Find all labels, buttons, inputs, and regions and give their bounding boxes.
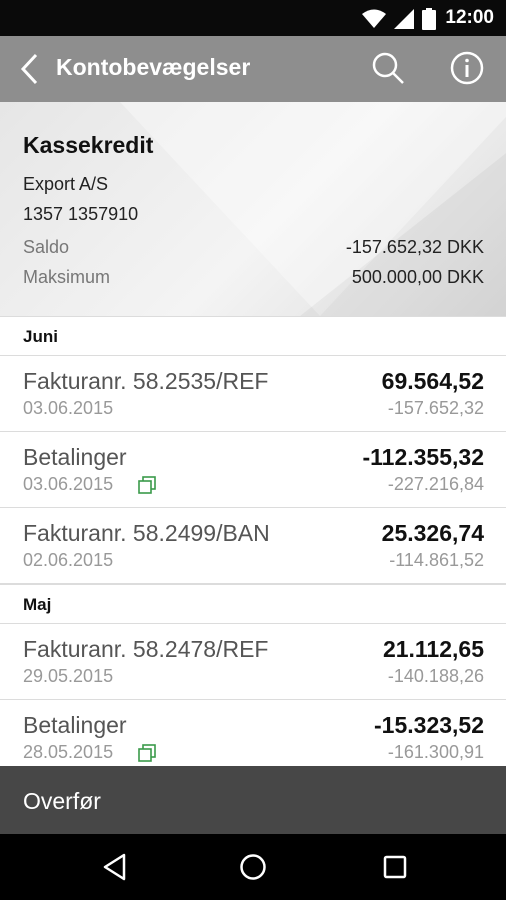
saldo-label: Saldo (23, 237, 70, 257)
transaction-amount: -112.355,32 (362, 444, 484, 470)
system-nav-bar (0, 834, 506, 900)
home-circle-icon[interactable] (238, 852, 268, 882)
transaction-description: Fakturanr. 58.2535/REF (23, 368, 269, 394)
transaction-date: 02.06.2015 (23, 550, 114, 570)
section-title: Juni (23, 327, 58, 346)
transaction-date: 03.06.2015 (23, 398, 114, 418)
section-title: Maj (23, 595, 52, 614)
transaction-amount: -15.323,52 (374, 712, 484, 738)
account-header: Kassekredit Export A/S 1357 1357910 Sald… (0, 102, 506, 316)
transaction-description: Betalinger (23, 712, 127, 738)
account-number: 1357 1357910 (23, 204, 139, 224)
transaction-date: 28.05.2015 (23, 742, 114, 762)
account-name: Kassekredit (23, 132, 154, 158)
transaction-row[interactable]: Fakturanr. 58.2499/BAN 02.06.2015 25.326… (0, 508, 506, 584)
copy-icon (138, 744, 156, 762)
transaction-balance: -161.300,91 (387, 742, 484, 762)
battery-icon (422, 8, 436, 30)
transaction-row[interactable]: Betalinger 28.05.2015 -15.323,52 -161.30… (0, 700, 506, 776)
status-icons (362, 8, 436, 30)
transfer-button-label: Overfør (23, 788, 101, 814)
transaction-amount: 25.326,74 (381, 520, 484, 546)
transaction-row[interactable]: Fakturanr. 58.2535/REF 03.06.2015 69.564… (0, 356, 506, 432)
transaction-row[interactable]: Fakturanr. 58.2478/REF 29.05.2015 21.112… (0, 624, 506, 700)
app-bar: Kontobevægelser (0, 36, 506, 102)
copy-icon (138, 476, 156, 494)
transaction-balance: -114.861,52 (389, 550, 484, 570)
maksimum-value: 500.000,00 DKK (351, 267, 484, 287)
section-header-juni: Juni (0, 316, 506, 356)
transaction-date: 03.06.2015 (23, 474, 114, 494)
transaction-balance: -140.188,26 (387, 666, 484, 686)
transaction-description: Betalinger (23, 444, 127, 470)
info-icon[interactable] (449, 50, 485, 86)
recents-square-icon[interactable] (380, 852, 410, 882)
transaction-date: 29.05.2015 (23, 666, 114, 686)
status-bar: 12:00 (0, 0, 506, 36)
transaction-row[interactable]: Betalinger 03.06.2015 -112.355,32 -227.2… (0, 432, 506, 508)
transaction-amount: 69.564,52 (381, 368, 484, 394)
transaction-description: Fakturanr. 58.2499/BAN (23, 520, 270, 546)
transaction-description: Fakturanr. 58.2478/REF (23, 636, 269, 662)
wifi-icon (362, 9, 386, 28)
signal-icon (394, 9, 414, 29)
account-owner: Export A/S (23, 174, 109, 194)
transaction-amount: 21.112,65 (382, 636, 484, 662)
back-triangle-icon[interactable] (100, 852, 130, 882)
search-icon[interactable] (370, 50, 406, 86)
status-time: 12:00 (445, 7, 494, 28)
saldo-value: -157.652,32 DKK (345, 237, 484, 257)
section-header-maj: Maj (0, 584, 506, 624)
maksimum-label: Maksimum (23, 267, 111, 287)
page-title: Kontobevægelser (56, 54, 251, 80)
back-arrow-icon[interactable] (16, 52, 46, 86)
transaction-balance: -227.216,84 (387, 474, 484, 494)
transfer-button[interactable]: Overfør (0, 766, 506, 834)
transaction-balance: -157.652,32 (387, 398, 484, 418)
